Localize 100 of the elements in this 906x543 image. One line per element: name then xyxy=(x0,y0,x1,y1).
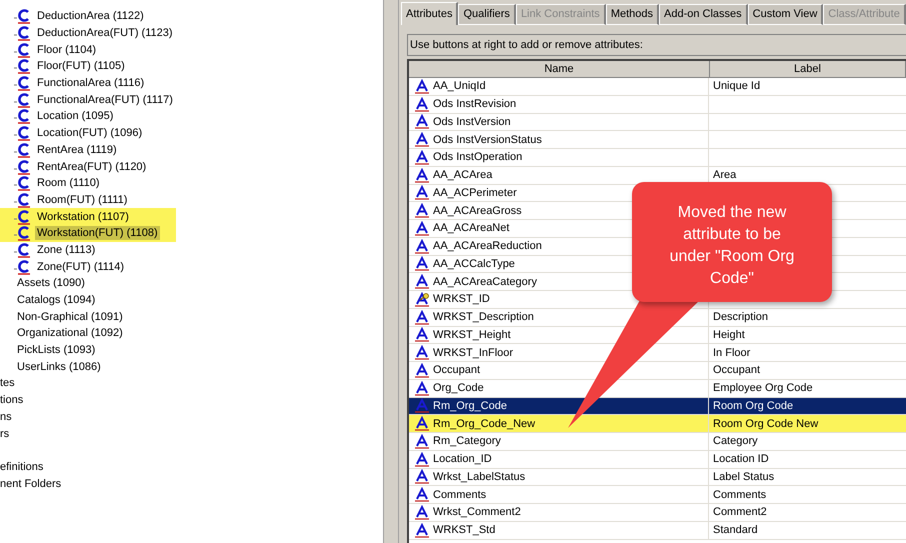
class-icon xyxy=(14,208,32,225)
tree-item[interactable]: Location(FUT) (1096) xyxy=(35,126,144,140)
tree-item[interactable]: DeductionArea (1122) xyxy=(35,9,146,24)
attribute-icon xyxy=(414,487,430,502)
table-cell: Comments xyxy=(713,488,766,501)
tree-item[interactable]: FunctionalArea (1116) xyxy=(35,76,146,90)
class-icon xyxy=(14,192,32,208)
table-row[interactable]: AA_UniqId Unique Id xyxy=(409,78,906,96)
attribute-icon xyxy=(414,132,430,148)
tree-item[interactable]: Catalogs (1094) xyxy=(17,293,96,308)
tree-item[interactable]: Workstation(FUT) (1108) xyxy=(35,226,160,240)
table-cell: In Floor xyxy=(713,346,750,359)
table-row[interactable]: Occupant Occupant xyxy=(409,362,906,380)
table-row[interactable]: Rm_Category Category xyxy=(409,433,906,451)
table-row[interactable]: Ods InstVersionStatus xyxy=(409,131,906,149)
table-cell: Wrkst_LabelStatus xyxy=(433,470,526,483)
table-cell: AA_ACAreaNet xyxy=(433,222,510,234)
class-icon xyxy=(14,92,32,108)
attribute-icon xyxy=(414,452,430,467)
class-icon xyxy=(14,175,32,192)
table-row[interactable]: Ods InstOperation xyxy=(409,149,906,167)
class-icon xyxy=(14,58,32,74)
class-icon xyxy=(14,108,32,124)
table-cell: AA_ACPerimeter xyxy=(433,186,517,199)
table-cell: AA_ACAreaCategory xyxy=(433,276,537,288)
tree-item[interactable]: RentArea(FUT) (1120) xyxy=(35,160,148,174)
table-cell: Rm_Org_Code_New xyxy=(433,418,536,430)
class-icon xyxy=(14,158,32,175)
tree-item[interactable]: Organizational (1092) xyxy=(17,326,123,340)
attribute-icon xyxy=(414,416,430,432)
attribute-icon xyxy=(414,78,430,94)
table-row[interactable]: AA_ACArea Area xyxy=(409,166,906,184)
tree-item[interactable]: efinitions xyxy=(0,460,44,474)
table-row[interactable]: Ods InstVersion xyxy=(409,114,906,132)
table-cell: Location_ID xyxy=(433,453,492,466)
tree-item[interactable]: UserLinks (1086) xyxy=(17,360,101,374)
table-cell: Standard xyxy=(713,524,758,536)
table-row[interactable]: Location_ID Location ID xyxy=(409,450,906,468)
tree-item[interactable]: ns xyxy=(0,410,12,424)
table-row[interactable]: Wrkst_Comment2 Comment2 xyxy=(409,504,906,522)
attribute-icon xyxy=(414,238,430,254)
tree-item[interactable]: Non-Graphical (1091) xyxy=(17,310,123,324)
tree-item[interactable]: RentArea (1119) xyxy=(35,142,119,157)
tree-item[interactable]: tes xyxy=(0,376,15,390)
table-cell: Label Status xyxy=(713,470,774,483)
attribute-icon xyxy=(414,327,430,342)
attribute-icon xyxy=(414,274,430,290)
table-cell: Ods InstRevision xyxy=(433,98,516,110)
tree-item[interactable]: Location (1095) xyxy=(35,109,116,124)
table-cell: WRKST_Height xyxy=(433,328,511,341)
tree-item[interactable]: Zone(FUT) (1114) xyxy=(35,260,126,274)
table-cell: Description xyxy=(713,311,768,324)
class-icon xyxy=(14,125,32,142)
class-icon xyxy=(14,142,32,158)
attribute-icon xyxy=(414,114,430,130)
table-row[interactable]: Comments Comments xyxy=(409,486,906,504)
tree-item[interactable]: tions xyxy=(0,393,24,408)
table-cell: Occupant xyxy=(433,364,480,376)
attribute-icon xyxy=(414,220,430,236)
table-row[interactable]: Wrkst_LabelStatus Label Status xyxy=(409,468,906,486)
class-icon xyxy=(14,75,32,92)
table-row[interactable]: WRKST_Std Standard xyxy=(409,522,906,540)
class-icon xyxy=(14,25,32,42)
table-row[interactable]: WRKST_InFloor In Floor xyxy=(409,344,906,362)
tab[interactable]: Attributes xyxy=(401,2,458,25)
class-icon xyxy=(14,8,32,24)
tree-item[interactable]: Floor(FUT) (1105) xyxy=(35,59,127,74)
tree-item[interactable]: Assets (1090) xyxy=(17,276,85,290)
tree-item[interactable]: Floor (1104) xyxy=(35,42,98,57)
tree-item[interactable]: Zone (1113) xyxy=(35,242,98,257)
table-row[interactable]: Org_Code Employee Org Code xyxy=(409,380,906,398)
class-icon xyxy=(14,225,32,242)
tree-item[interactable]: FunctionalArea(FUT) (1117) xyxy=(35,92,175,107)
tree-item[interactable]: nent Folders xyxy=(0,476,62,491)
table-cell: Rm_Org_Code xyxy=(433,400,507,412)
callout: Moved the new attribute to be under "Room Org Code" xyxy=(632,182,832,302)
table-row[interactable]: Rm_Org_Code Room Org Code xyxy=(409,398,906,416)
table-row[interactable]: Ods InstRevision xyxy=(409,96,906,114)
table-cell: Category xyxy=(713,435,758,448)
table-cell: AA_ACCalcType xyxy=(433,258,515,270)
tree-item[interactable]: rs xyxy=(0,426,10,441)
attribute-icon xyxy=(414,522,430,538)
splitter[interactable] xyxy=(383,0,399,543)
table-cell: Ods InstVersion xyxy=(433,116,511,128)
tab[interactable]: Methods xyxy=(606,4,660,25)
table-cell: WRKST_InFloor xyxy=(433,346,514,359)
class-icon xyxy=(14,242,32,258)
tree-item[interactable]: Room (1110) xyxy=(35,176,102,190)
tab[interactable]: Qualifiers xyxy=(458,4,516,25)
attribute-icon xyxy=(414,310,430,325)
attribute-icon xyxy=(414,345,430,360)
tree-item[interactable]: PickLists (1093) xyxy=(17,343,96,358)
attribute-icon xyxy=(414,256,430,272)
tree-item[interactable]: DeductionArea(FUT) (1123) xyxy=(35,26,175,40)
tab[interactable]: Add-on Classes xyxy=(659,4,748,25)
tab[interactable]: Custom View xyxy=(748,4,824,25)
table-cell: Org_Code xyxy=(433,382,484,394)
table-row[interactable]: Rm_Org_Code_New Room Org Code New xyxy=(409,415,906,433)
attribute-icon xyxy=(414,150,430,165)
tree-item[interactable]: Room(FUT) (1111) xyxy=(35,192,130,207)
